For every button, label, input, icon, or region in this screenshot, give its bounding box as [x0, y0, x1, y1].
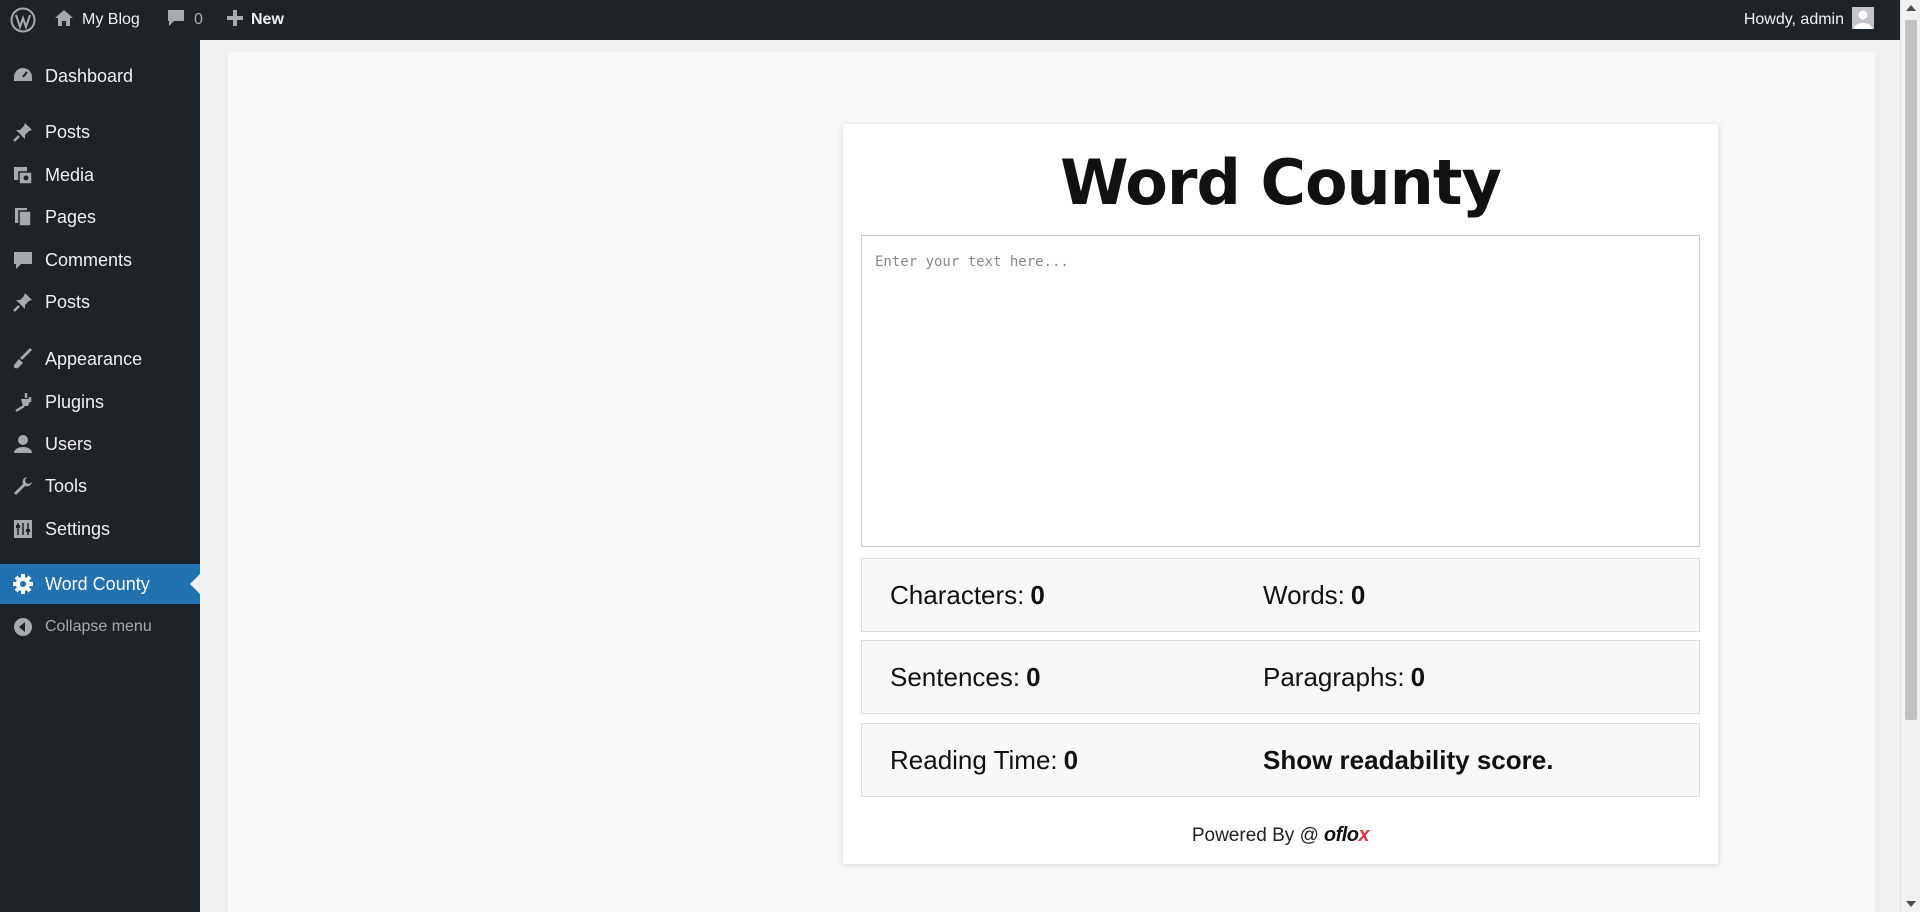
sidebar-item-label: Posts	[45, 121, 91, 142]
oflox-logo[interactable]: oflox	[1323, 824, 1370, 847]
sidebar-item-label: Word County	[45, 573, 150, 594]
powered-by-label: Powered By @	[1191, 824, 1319, 846]
brush-icon	[12, 348, 34, 370]
words-label: Words:	[1263, 579, 1345, 610]
sidebar-item-label: Posts	[45, 291, 91, 312]
paragraphs-label: Paragraphs:	[1263, 661, 1405, 692]
wordpress-logo-icon[interactable]	[10, 0, 36, 40]
sidebar-item-appearance[interactable]: Appearance	[0, 339, 200, 379]
page-title: Word County	[1060, 146, 1502, 219]
comments-link[interactable]: 0	[166, 0, 203, 40]
show-readability-button[interactable]: Show readability score.	[1263, 724, 1553, 796]
characters-stat: Characters: 0	[890, 559, 1045, 631]
sentences-stat: Sentences: 0	[890, 641, 1041, 713]
active-indicator	[190, 574, 200, 594]
reading-time-label: Reading Time:	[890, 744, 1058, 775]
main-content: Word County Characters: 0 Words: 0 Sente…	[228, 52, 1875, 912]
collapse-menu-button[interactable]: Collapse menu	[0, 607, 200, 647]
site-name: My Blog	[82, 11, 140, 28]
collapse-icon	[12, 616, 34, 638]
sidebar-item-label: Tools	[45, 475, 88, 496]
sentences-value: 0	[1026, 661, 1041, 692]
stats-row-1: Characters: 0 Words: 0	[861, 558, 1700, 632]
account-menu[interactable]: Howdy, admin	[1744, 0, 1874, 40]
scroll-up-arrow-icon[interactable]	[1906, 5, 1916, 11]
new-label: New	[251, 11, 284, 28]
words-stat: Words: 0	[1263, 559, 1365, 631]
admin-bar: My Blog 0 New Howdy, admin	[0, 0, 1900, 40]
sidebar-item-label: Collapse menu	[45, 618, 152, 635]
settings-icon	[12, 518, 34, 540]
sidebar-item-label: Media	[45, 164, 95, 185]
admin-sidebar: Dashboard Posts Media Pages Comments Pos…	[0, 40, 200, 912]
characters-value: 0	[1030, 579, 1045, 610]
sidebar-item-settings[interactable]: Settings	[0, 509, 200, 549]
sidebar-item-label: Comments	[45, 249, 133, 270]
sidebar-item-label: Settings	[45, 518, 111, 539]
gear-icon	[12, 573, 34, 595]
text-input[interactable]	[861, 235, 1700, 547]
comment-icon	[166, 9, 186, 32]
scrollbar-thumb[interactable]	[1905, 20, 1917, 720]
sentences-label: Sentences:	[890, 661, 1021, 692]
paragraphs-value: 0	[1410, 661, 1426, 692]
new-content-link[interactable]: New	[227, 0, 284, 40]
home-icon	[54, 9, 74, 32]
media-icon	[12, 164, 34, 186]
sidebar-item-label: Plugins	[45, 391, 105, 412]
dashboard-icon	[12, 65, 34, 87]
characters-label: Characters:	[890, 579, 1025, 610]
avatar	[1852, 6, 1874, 34]
plus-icon	[227, 9, 243, 31]
scroll-down-arrow-icon[interactable]	[1906, 901, 1916, 907]
sidebar-item-posts[interactable]: Posts	[0, 112, 200, 152]
comment-icon	[12, 249, 34, 271]
reading-time-value: 0	[1063, 744, 1079, 775]
sidebar-item-plugins[interactable]: Plugins	[0, 382, 200, 422]
pin-icon	[12, 291, 34, 313]
page-scrollbar[interactable]	[1900, 0, 1920, 912]
sidebar-item-word-county[interactable]: Word County	[0, 564, 200, 604]
sidebar-item-media[interactable]: Media	[0, 155, 200, 195]
greeting: Howdy, admin	[1743, 11, 1844, 28]
brand-main: oflo	[1323, 824, 1359, 846]
word-county-card: Word County Characters: 0 Words: 0 Sente…	[843, 124, 1718, 864]
pages-icon	[12, 206, 34, 228]
sidebar-item-label: Appearance	[45, 348, 143, 369]
sidebar-item-users[interactable]: Users	[0, 424, 200, 464]
comments-count: 0	[194, 11, 203, 28]
sidebar-item-pages[interactable]: Pages	[0, 197, 200, 237]
sidebar-item-tools[interactable]: Tools	[0, 466, 200, 506]
sidebar-item-dashboard[interactable]: Dashboard	[0, 56, 200, 96]
stats-row-2: Sentences: 0 Paragraphs: 0	[861, 640, 1700, 714]
sidebar-item-comments[interactable]: Comments	[0, 240, 200, 280]
user-icon	[12, 433, 34, 455]
brand-x: x	[1358, 824, 1370, 846]
sidebar-item-label: Dashboard	[45, 65, 134, 86]
stats-row-3: Reading Time: 0 Show readability score.	[861, 723, 1700, 797]
reading-time-stat: Reading Time: 0	[890, 724, 1078, 796]
wrench-icon	[12, 475, 34, 497]
plug-icon	[12, 391, 34, 413]
sidebar-item-posts-2[interactable]: Posts	[0, 282, 200, 322]
sidebar-item-label: Pages	[45, 206, 97, 227]
sidebar-item-label: Users	[45, 433, 93, 454]
paragraphs-stat: Paragraphs: 0	[1263, 641, 1425, 713]
powered-by: Powered By @ oflox	[843, 824, 1718, 847]
words-value: 0	[1350, 579, 1366, 610]
pin-icon	[12, 121, 34, 143]
site-name-link[interactable]: My Blog	[54, 0, 140, 40]
